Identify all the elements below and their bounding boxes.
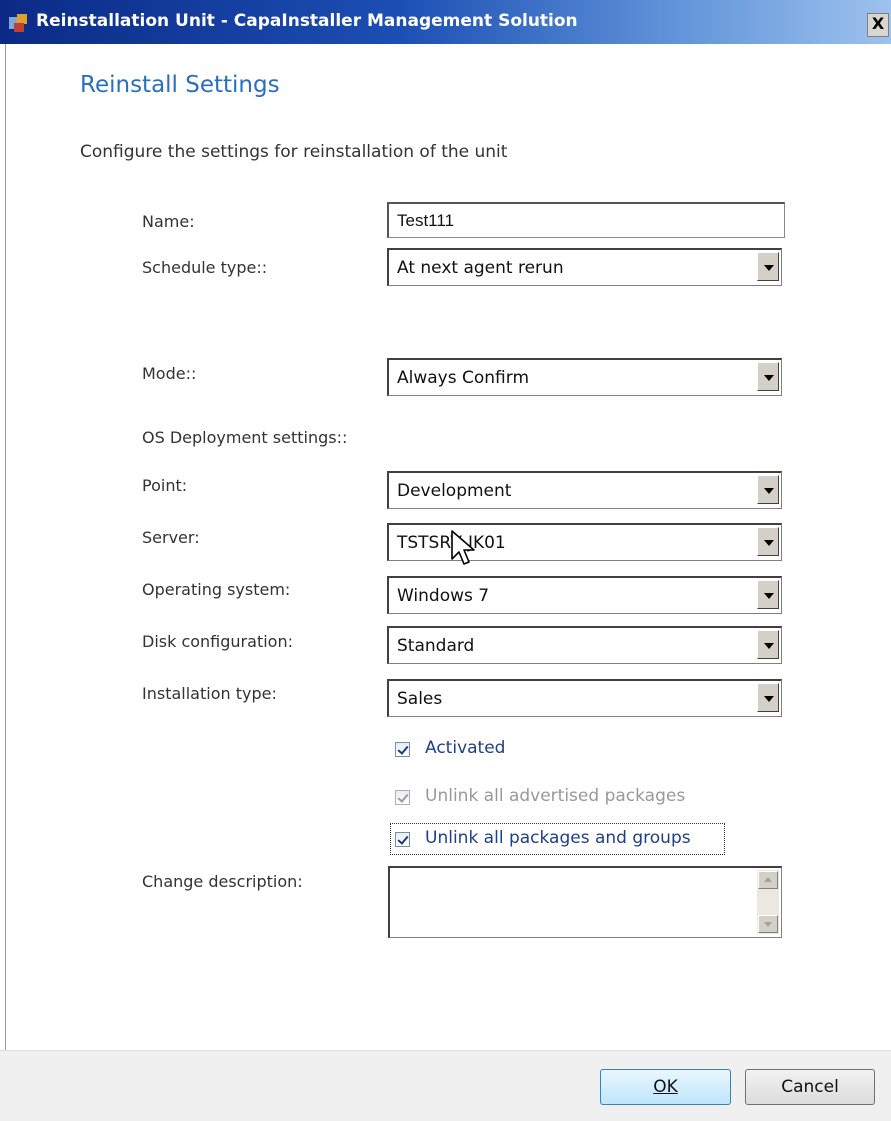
window-title: Reinstallation Unit - CapaInstaller Mana… (36, 11, 578, 31)
operating-system-value: Windows 7 (397, 586, 490, 606)
name-input[interactable] (387, 202, 785, 238)
point-select[interactable]: Development (387, 471, 782, 509)
disk-configuration-select[interactable]: Standard (387, 626, 782, 664)
installation-type-select[interactable]: Sales (387, 679, 782, 717)
vertical-scrollbar[interactable] (757, 870, 779, 934)
chevron-down-icon[interactable] (757, 475, 779, 504)
mouse-pointer-icon (451, 530, 475, 565)
change-description-textarea[interactable] (388, 866, 782, 938)
server-select[interactable]: TSTSRV-JK01 (387, 523, 782, 561)
page-description: Configure the settings for reinstallatio… (80, 142, 508, 162)
server-label: Server: (142, 528, 200, 547)
unlink-advertised-packages-label: Unlink all advertised packages (425, 786, 686, 806)
chevron-down-icon[interactable] (757, 683, 779, 712)
close-button[interactable]: X (867, 13, 889, 37)
chevron-down-icon[interactable] (757, 527, 779, 556)
checkbox-checked-icon[interactable] (395, 790, 410, 805)
chevron-down-icon[interactable] (757, 362, 779, 391)
unlink-all-packages-label: Unlink all packages and groups (425, 828, 691, 848)
scroll-down-icon[interactable] (758, 915, 778, 933)
scroll-up-icon[interactable] (758, 871, 778, 889)
chevron-down-icon[interactable] (757, 580, 779, 609)
mode-select[interactable]: Always Confirm (387, 358, 782, 396)
point-label: Point: (142, 476, 188, 495)
name-label: Name: (142, 212, 195, 231)
installation-type-value: Sales (397, 689, 443, 709)
checkbox-checked-icon[interactable] (395, 742, 410, 757)
app-icon (9, 14, 27, 32)
disk-configuration-label: Disk configuration: (142, 632, 293, 651)
chevron-down-icon[interactable] (757, 252, 779, 281)
mode-label: Mode:: (142, 364, 197, 383)
installation-type-label: Installation type: (142, 684, 277, 703)
title-bar: Reinstallation Unit - CapaInstaller Mana… (0, 0, 891, 44)
os-deployment-section-label: OS Deployment settings:: (142, 428, 348, 447)
operating-system-label: Operating system: (142, 580, 291, 599)
operating-system-select[interactable]: Windows 7 (387, 576, 782, 614)
disk-configuration-value: Standard (397, 636, 475, 656)
checkbox-checked-icon[interactable] (395, 832, 410, 847)
change-description-label: Change description: (142, 872, 303, 891)
schedule-type-label: Schedule type:: (142, 258, 268, 277)
schedule-type-select[interactable]: At next agent rerun (387, 248, 782, 286)
point-value: Development (397, 481, 512, 501)
activated-label: Activated (425, 738, 506, 758)
ok-button[interactable]: OK (600, 1069, 731, 1105)
schedule-type-value: At next agent rerun (397, 258, 564, 278)
mode-value: Always Confirm (397, 368, 529, 388)
page-title: Reinstall Settings (80, 72, 280, 98)
chevron-down-icon[interactable] (757, 630, 779, 659)
cancel-button[interactable]: Cancel (745, 1069, 875, 1105)
window-border (5, 44, 6, 1050)
